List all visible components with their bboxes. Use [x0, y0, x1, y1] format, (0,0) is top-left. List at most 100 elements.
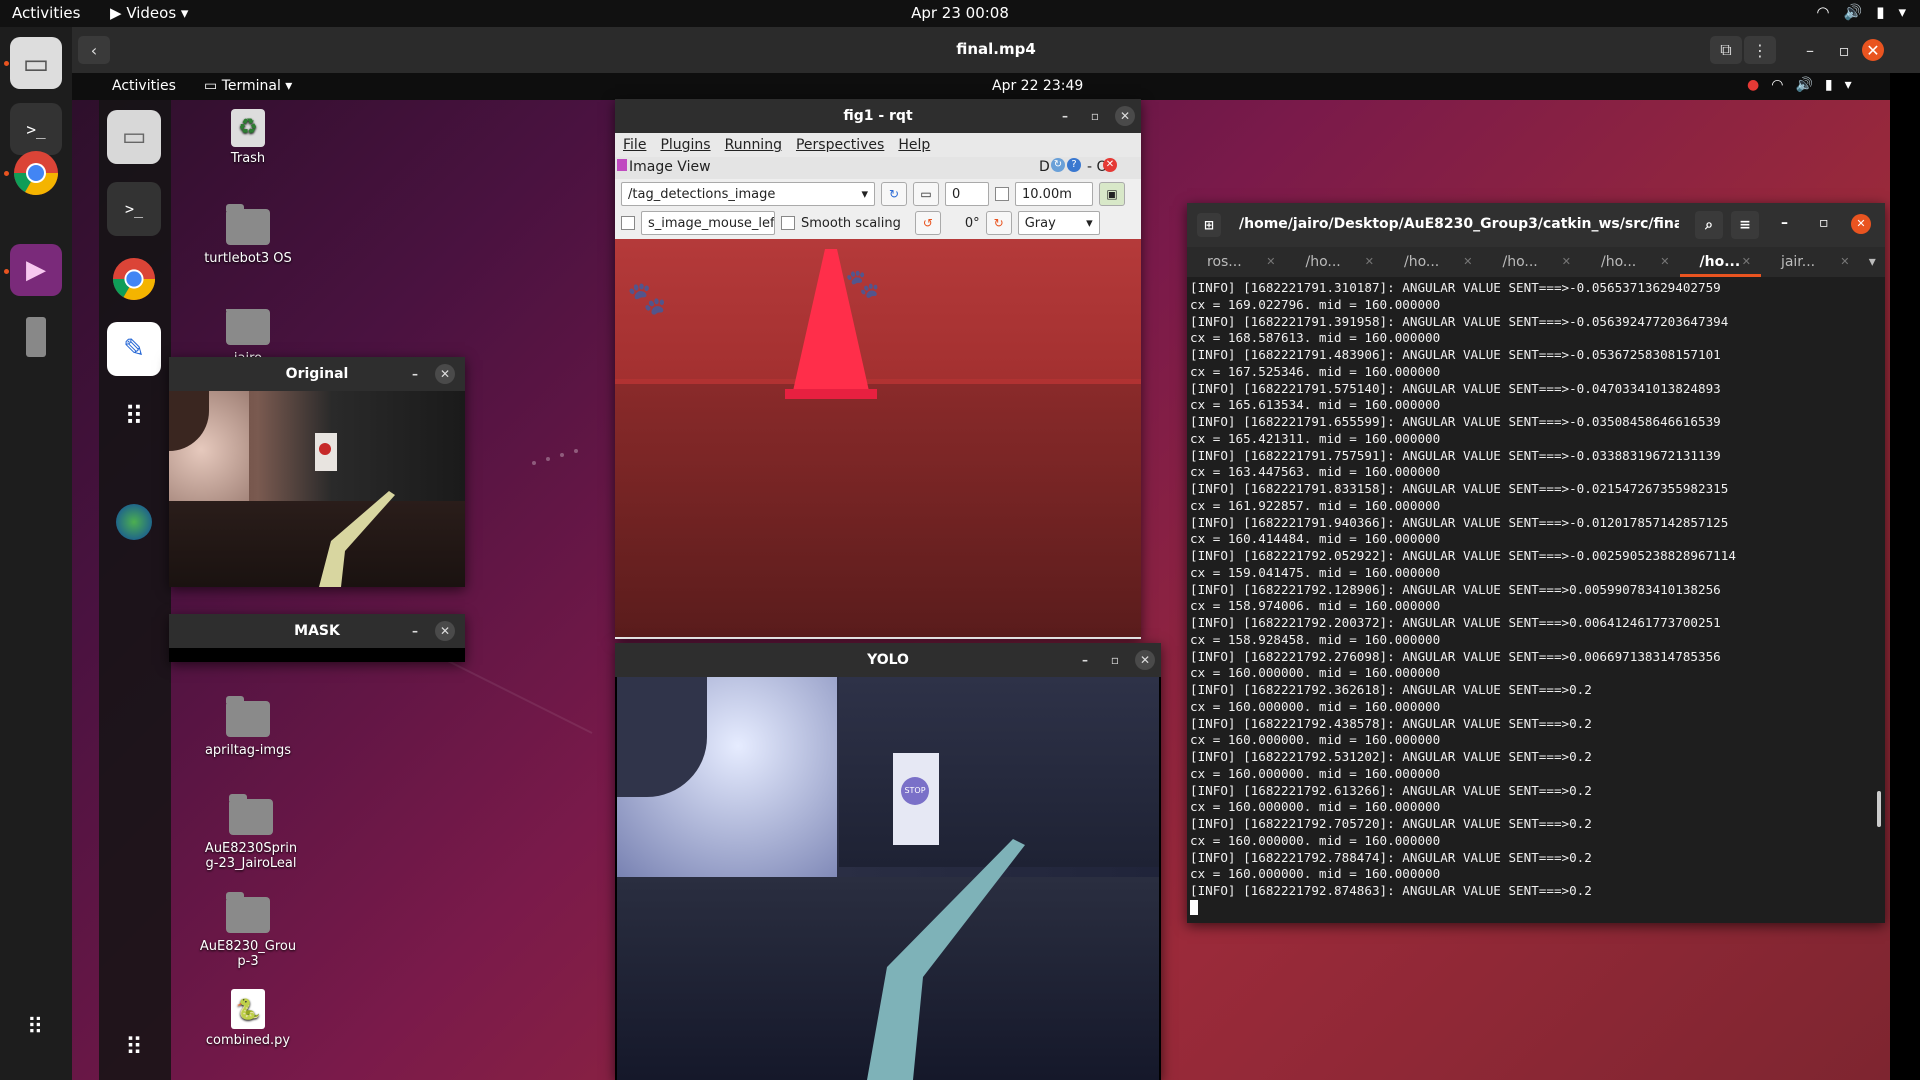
system-tray[interactable]: ◠ 🔊 ▮ ▾	[1816, 3, 1906, 21]
maximize-button[interactable]: ▫	[1085, 106, 1105, 126]
minimize-button[interactable]: –	[1075, 650, 1095, 670]
original-titlebar[interactable]: Original – ✕	[169, 357, 465, 391]
minimize-button[interactable]: –	[405, 621, 425, 641]
hamburger-menu-icon[interactable]: ≡	[1731, 211, 1759, 239]
menu-running[interactable]: Running	[725, 137, 782, 153]
desktop-icon-trash[interactable]: ♻ Trash	[193, 109, 303, 166]
terminal-tab[interactable]: /ho... ✕	[1581, 247, 1680, 277]
activities-button[interactable]: Activities	[12, 4, 80, 22]
rotate-left-button[interactable]: ↺	[914, 211, 941, 235]
videos-icon[interactable]: ▶	[10, 244, 62, 296]
app-menu[interactable]: ▶ Videos ▾	[110, 4, 188, 22]
desktop-icon-apriltag[interactable]: apriltag-imgs	[193, 696, 303, 758]
search-icon[interactable]: ⌕	[1695, 211, 1723, 239]
app-grid-icon[interactable]: ⠿	[107, 390, 161, 444]
terminal-icon[interactable]: >_	[107, 182, 161, 236]
terminal-tab[interactable]: jair... ✕	[1761, 247, 1860, 277]
save-image-button[interactable]: ▭	[913, 182, 939, 206]
refresh-topics-button[interactable]: ↻	[881, 182, 907, 206]
close-button[interactable]: ✕	[1862, 39, 1884, 61]
mouse-topic-field[interactable]: s_image_mouse_left	[641, 211, 775, 235]
minimize-button[interactable]: –	[1055, 106, 1075, 126]
terminal-window[interactable]: ⊞ /home/jairo/Desktop/AuE8230_Group3/cat…	[1187, 203, 1885, 923]
desktop-icon-aue-group[interactable]: AuE8230_Group-3	[193, 892, 303, 969]
video-player-area[interactable]: Activities ▭ Terminal ▾ Apr 22 23:49 ● ◠…	[72, 73, 1920, 1080]
close-button[interactable]: ✕	[435, 364, 455, 384]
terminal-tab[interactable]: /ho... ✕	[1483, 247, 1582, 277]
help-icon[interactable]: ?	[1067, 158, 1081, 172]
image-button[interactable]: ▣	[1099, 182, 1125, 206]
rqt-window[interactable]: fig1 - rqt – ▫ ✕ File Plugins Running Pe…	[615, 99, 1141, 639]
desktop-icon-combined-py[interactable]: 🐍 combined.py	[193, 989, 303, 1048]
terminal-tab[interactable]: ros... ✕	[1187, 247, 1286, 277]
rqt-image-view[interactable]: 🐾 🐾	[615, 239, 1141, 637]
mouse-publish-checkbox[interactable]	[621, 216, 635, 230]
menu-help[interactable]: Help	[898, 137, 930, 153]
files-icon[interactable]: ▭	[10, 37, 62, 89]
smooth-scaling-checkbox[interactable]	[781, 216, 795, 230]
text-editor-icon[interactable]: ✎	[107, 322, 161, 376]
desktop-icon-aue-spring[interactable]: AuE8230Spring-23_JairoLeal	[193, 794, 309, 871]
inner-activities-button[interactable]: Activities	[112, 78, 176, 94]
yolo-titlebar[interactable]: YOLO – ▫ ✕	[615, 643, 1161, 677]
back-button[interactable]: ‹	[78, 36, 110, 64]
files-icon[interactable]: ▭	[107, 110, 161, 164]
close-button[interactable]: ✕	[1851, 214, 1871, 234]
desktop-icon-turtlebot[interactable]: turtlebot3 OS	[193, 204, 303, 266]
close-plugin-icon[interactable]: ✕	[1103, 158, 1117, 172]
close-button[interactable]: ✕	[435, 621, 455, 641]
fullscreen-button[interactable]: ⧉	[1710, 36, 1742, 64]
minimize-button[interactable]: –	[405, 364, 425, 384]
maximize-button[interactable]: ▫	[1105, 650, 1125, 670]
tabs-dropdown-icon[interactable]: ▾	[1859, 247, 1885, 277]
terminal-tab[interactable]: /ho... ✕	[1384, 247, 1483, 277]
close-icon[interactable]: ✕	[1562, 247, 1571, 277]
rqt-titlebar[interactable]: fig1 - rqt – ▫ ✕	[615, 99, 1141, 133]
terminal-scrollbar[interactable]	[1877, 791, 1881, 827]
terminal-headerbar[interactable]: ⊞ /home/jairo/Desktop/AuE8230_Group3/cat…	[1187, 203, 1885, 247]
chrome-icon[interactable]	[10, 147, 62, 199]
close-icon[interactable]: ✕	[1742, 247, 1751, 277]
minimize-button[interactable]: –	[1794, 36, 1826, 64]
clock[interactable]: Apr 23 00:08	[0, 4, 1920, 22]
terminal-tab[interactable]: /ho... ✕	[1286, 247, 1385, 277]
mask-titlebar[interactable]: MASK – ✕	[169, 614, 465, 648]
minimize-button[interactable]: –	[1781, 215, 1788, 231]
reload-icon[interactable]: ↻	[1051, 158, 1065, 172]
inner-terminal-menu[interactable]: ▭ Terminal ▾	[204, 78, 292, 94]
inner-system-tray[interactable]: ● ◠ 🔊 ▮ ▾	[1747, 77, 1852, 93]
restore-button[interactable]: ▫	[1828, 36, 1860, 64]
timeout-checkbox[interactable]	[995, 187, 1009, 201]
chrome-icon[interactable]	[107, 252, 161, 306]
menu-perspectives[interactable]: Perspectives	[796, 137, 884, 153]
show-apps-icon[interactable]: ⠿	[107, 1020, 161, 1074]
original-window[interactable]: Original – ✕	[169, 357, 465, 587]
rotate-right-button[interactable]: ↻	[985, 211, 1012, 235]
close-button[interactable]: ✕	[1135, 650, 1155, 670]
menu-plugins[interactable]: Plugins	[660, 137, 710, 153]
close-icon[interactable]: ✕	[1463, 247, 1472, 277]
device-icon[interactable]	[10, 311, 62, 363]
yolo-window[interactable]: YOLO – ▫ ✕ STOP	[615, 643, 1161, 1080]
maximize-button[interactable]: ▫	[1819, 215, 1829, 231]
close-icon[interactable]: ✕	[1365, 247, 1374, 277]
globe-icon[interactable]	[107, 495, 161, 549]
terminal-line: [INFO] [1682221791.655599]: ANGULAR VALU…	[1190, 414, 1721, 429]
inner-clock[interactable]: Apr 22 23:49	[992, 78, 1083, 94]
close-icon[interactable]: ✕	[1840, 247, 1849, 277]
terminal-tab-active[interactable]: /ho... ✕	[1679, 247, 1761, 277]
color-scheme-combobox[interactable]: Gray ▾	[1017, 211, 1100, 235]
close-icon[interactable]: ✕	[1660, 247, 1669, 277]
desktop-icon-home[interactable]: jairo	[193, 309, 303, 359]
close-icon[interactable]: ✕	[1266, 247, 1275, 277]
menu-button[interactable]: ⋮	[1744, 36, 1776, 64]
time-spin-box[interactable]: 10.00m	[1015, 182, 1093, 206]
topic-combobox[interactable]: /tag_detections_image ▾	[621, 182, 875, 206]
menu-file[interactable]: File	[623, 137, 646, 153]
spin-box[interactable]: 0	[945, 182, 989, 206]
show-apps-icon[interactable]: ⠿	[10, 1002, 62, 1054]
close-button[interactable]: ✕	[1115, 106, 1135, 126]
terminal-output[interactable]: [INFO] [1682221791.310187]: ANGULAR VALU…	[1187, 277, 1885, 923]
new-tab-icon[interactable]: ⊞	[1197, 213, 1221, 237]
mask-window[interactable]: MASK – ✕	[169, 614, 465, 662]
